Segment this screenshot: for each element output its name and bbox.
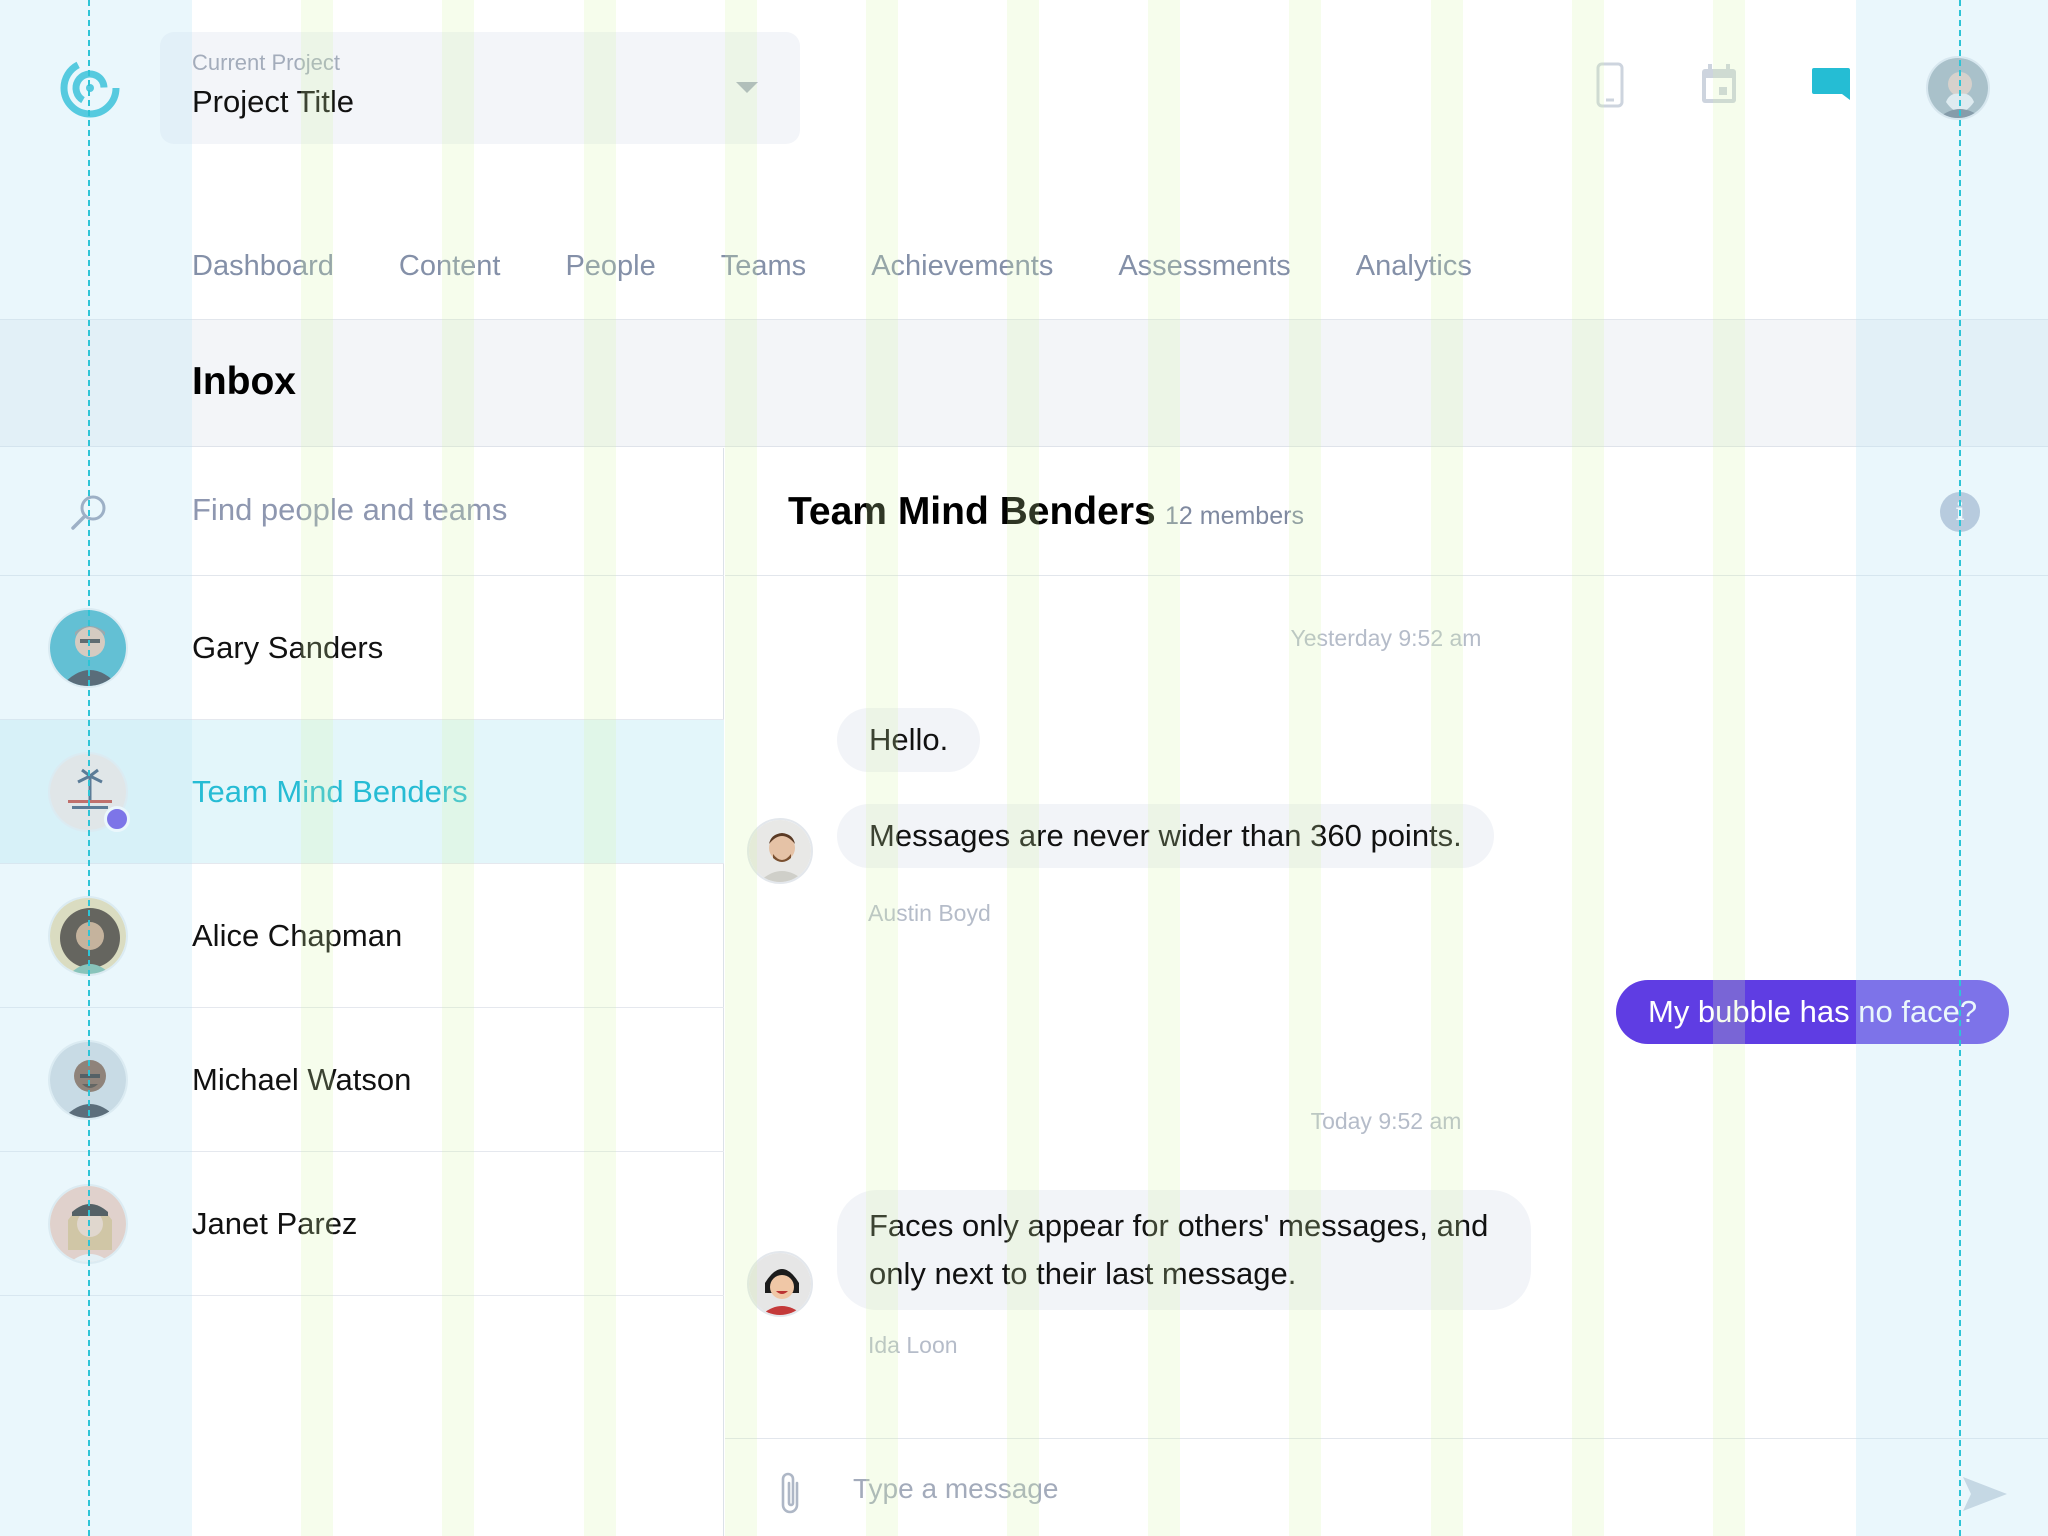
message-input[interactable]: [853, 1465, 1853, 1513]
list-item[interactable]: Janet Parez: [0, 1152, 724, 1296]
nav-people[interactable]: People: [565, 250, 655, 283]
contact-name: Gary Sanders: [192, 630, 384, 665]
avatar: [48, 608, 128, 688]
timestamp: Yesterday 9:52 am: [1290, 625, 1482, 651]
avatar[interactable]: [747, 818, 813, 884]
list-item[interactable]: Alice Chapman: [0, 864, 724, 1008]
user-avatar[interactable]: [1926, 56, 1990, 120]
nav-content[interactable]: Content: [399, 250, 501, 283]
avatar: [48, 896, 128, 976]
message-bubble: Hello.: [837, 708, 981, 772]
chat-header: Team Mind Benders 12 members i: [725, 448, 2048, 576]
list-item[interactable]: Team Mind Benders: [0, 720, 724, 864]
info-icon[interactable]: i: [1940, 492, 1980, 532]
project-selector[interactable]: Current Project Project Title: [160, 32, 800, 144]
message-bubble: Messages are never wider than 360 points…: [837, 804, 1494, 868]
phone-icon[interactable]: [1590, 62, 1630, 108]
app-header: Current Project Project Title Dashboard …: [0, 0, 2048, 320]
nav-analytics[interactable]: Analytics: [1356, 250, 1472, 283]
avatar: [48, 1040, 128, 1120]
nav-assessments[interactable]: Assessments: [1118, 250, 1290, 283]
project-title: Project Title: [192, 84, 354, 119]
contact-name: Janet Parez: [192, 1206, 358, 1241]
own-message-bubble: My bubble has no face?: [1616, 980, 2010, 1044]
chat-pane: Team Mind Benders 12 members i Yesterday…: [725, 448, 2048, 1536]
search-icon: [68, 491, 110, 533]
list-item[interactable]: Gary Sanders: [0, 576, 724, 720]
main-nav: Dashboard Content People Teams Achieveme…: [192, 250, 1537, 283]
conversation-title: Team Mind Benders: [788, 490, 1156, 533]
search-bar: [0, 448, 724, 576]
paperclip-icon[interactable]: [775, 1469, 805, 1519]
logo-icon[interactable]: [60, 58, 120, 118]
message-bubble: Faces only appear for others' messages, …: [837, 1190, 1531, 1310]
page-title: Inbox: [192, 360, 296, 403]
sender-name: Ida Loon: [868, 1332, 958, 1358]
unread-badge: [104, 806, 130, 832]
avatar: [48, 1184, 128, 1264]
nav-dashboard[interactable]: Dashboard: [192, 250, 334, 283]
contact-name: Alice Chapman: [192, 918, 403, 953]
timestamp: Today 9:52 am: [1310, 1108, 1462, 1134]
chevron-down-icon: [736, 82, 758, 93]
message-composer: [725, 1438, 2048, 1536]
nav-teams[interactable]: Teams: [721, 250, 806, 283]
contact-name: Team Mind Benders: [192, 774, 468, 809]
conversation-list-pane: Gary Sanders Team Mind Benders: [0, 448, 724, 1536]
sender-name: Austin Boyd: [868, 900, 991, 926]
project-label: Current Project: [192, 50, 340, 75]
contact-name: Michael Watson: [192, 1062, 412, 1097]
calendar-icon[interactable]: [1699, 62, 1739, 108]
contact-list: Gary Sanders Team Mind Benders Alice Cha…: [0, 576, 724, 1296]
chat-icon[interactable]: [1810, 62, 1850, 108]
search-input[interactable]: [192, 488, 692, 532]
list-item[interactable]: Michael Watson: [0, 1008, 724, 1152]
nav-achievements[interactable]: Achievements: [871, 250, 1053, 283]
avatar[interactable]: [747, 1251, 813, 1317]
send-icon[interactable]: [1961, 1475, 2009, 1513]
inbox-bar: Inbox: [0, 320, 2048, 447]
member-count[interactable]: 12 members: [1165, 502, 1304, 531]
